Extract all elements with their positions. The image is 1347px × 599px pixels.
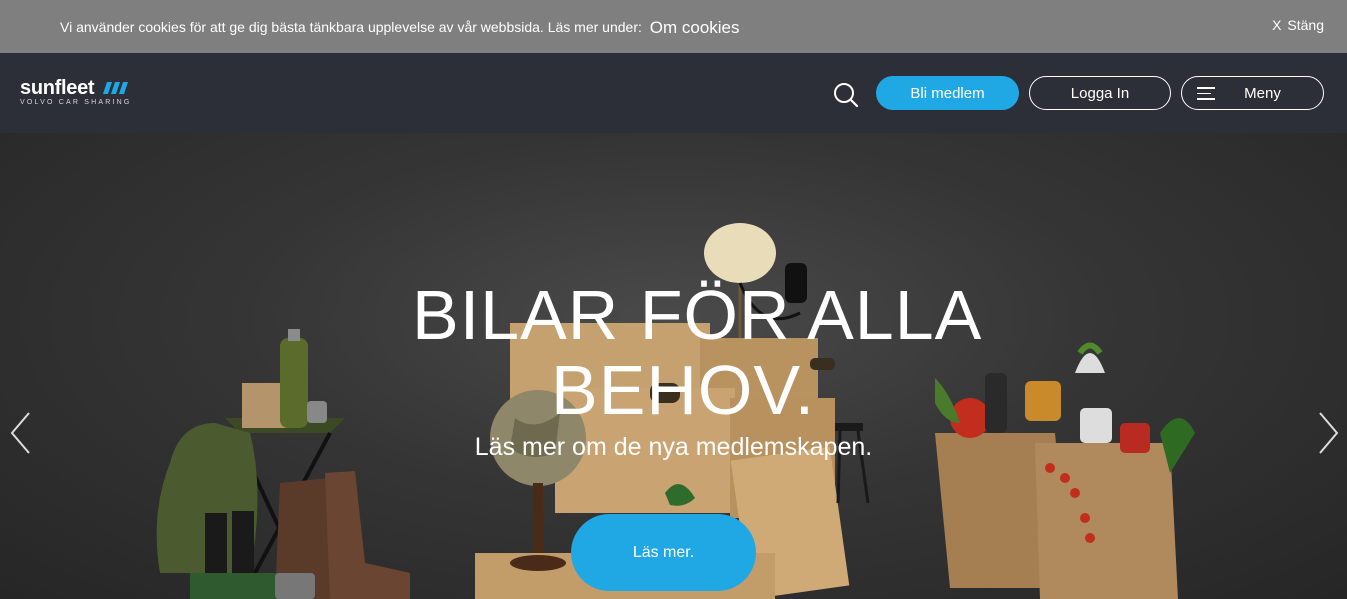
hero-subtitle: Läs mer om de nya medlemskapen. (474, 433, 873, 461)
hero-title-line-2: BEHOV. (551, 351, 816, 429)
cookie-banner: Vi använder cookies för att ge dig bästa… (0, 0, 1347, 53)
carousel-next-button[interactable] (1316, 411, 1340, 455)
sunfleet-logo[interactable]: sunfleet VOLVO CAR SHARING (20, 77, 132, 106)
site-header: sunfleet VOLVO CAR SHARING Bli medlem Lo… (0, 53, 1347, 133)
menu-button-label: Meny (1244, 84, 1281, 102)
logo-stripes-icon (102, 82, 128, 94)
logo-wordmark: sunfleet (20, 77, 95, 99)
chevron-right-icon (1319, 412, 1339, 454)
hero-title-line-1: BILAR FÖR ALLA (412, 276, 983, 354)
search-button[interactable] (832, 81, 860, 109)
carousel-prev-button[interactable] (9, 411, 33, 455)
cookie-message: Vi använder cookies för att ge dig bästa… (60, 17, 740, 37)
become-member-button[interactable]: Bli medlem (876, 76, 1019, 110)
cookie-message-text: Vi använder cookies för att ge dig bästa… (60, 19, 642, 35)
close-icon: X (1272, 17, 1282, 33)
read-more-button[interactable]: Läs mer. (571, 514, 756, 591)
logo-tagline: VOLVO CAR SHARING (20, 99, 132, 106)
cookie-close-button[interactable]: X Stäng (1272, 17, 1324, 33)
grocery-bags-illustration (935, 342, 1195, 599)
hero-carousel: BILAR FÖR ALLA BEHOV. Läs mer om de nya … (0, 133, 1347, 599)
cookie-close-label: Stäng (1287, 17, 1324, 33)
search-icon (834, 83, 859, 108)
cookie-info-link[interactable]: Om cookies (650, 18, 740, 37)
login-button[interactable]: Logga In (1029, 76, 1171, 110)
hamburger-icon (1197, 87, 1215, 101)
menu-button[interactable]: Meny (1181, 76, 1324, 110)
chevron-left-icon (10, 412, 30, 454)
camping-gear-illustration (156, 329, 410, 599)
